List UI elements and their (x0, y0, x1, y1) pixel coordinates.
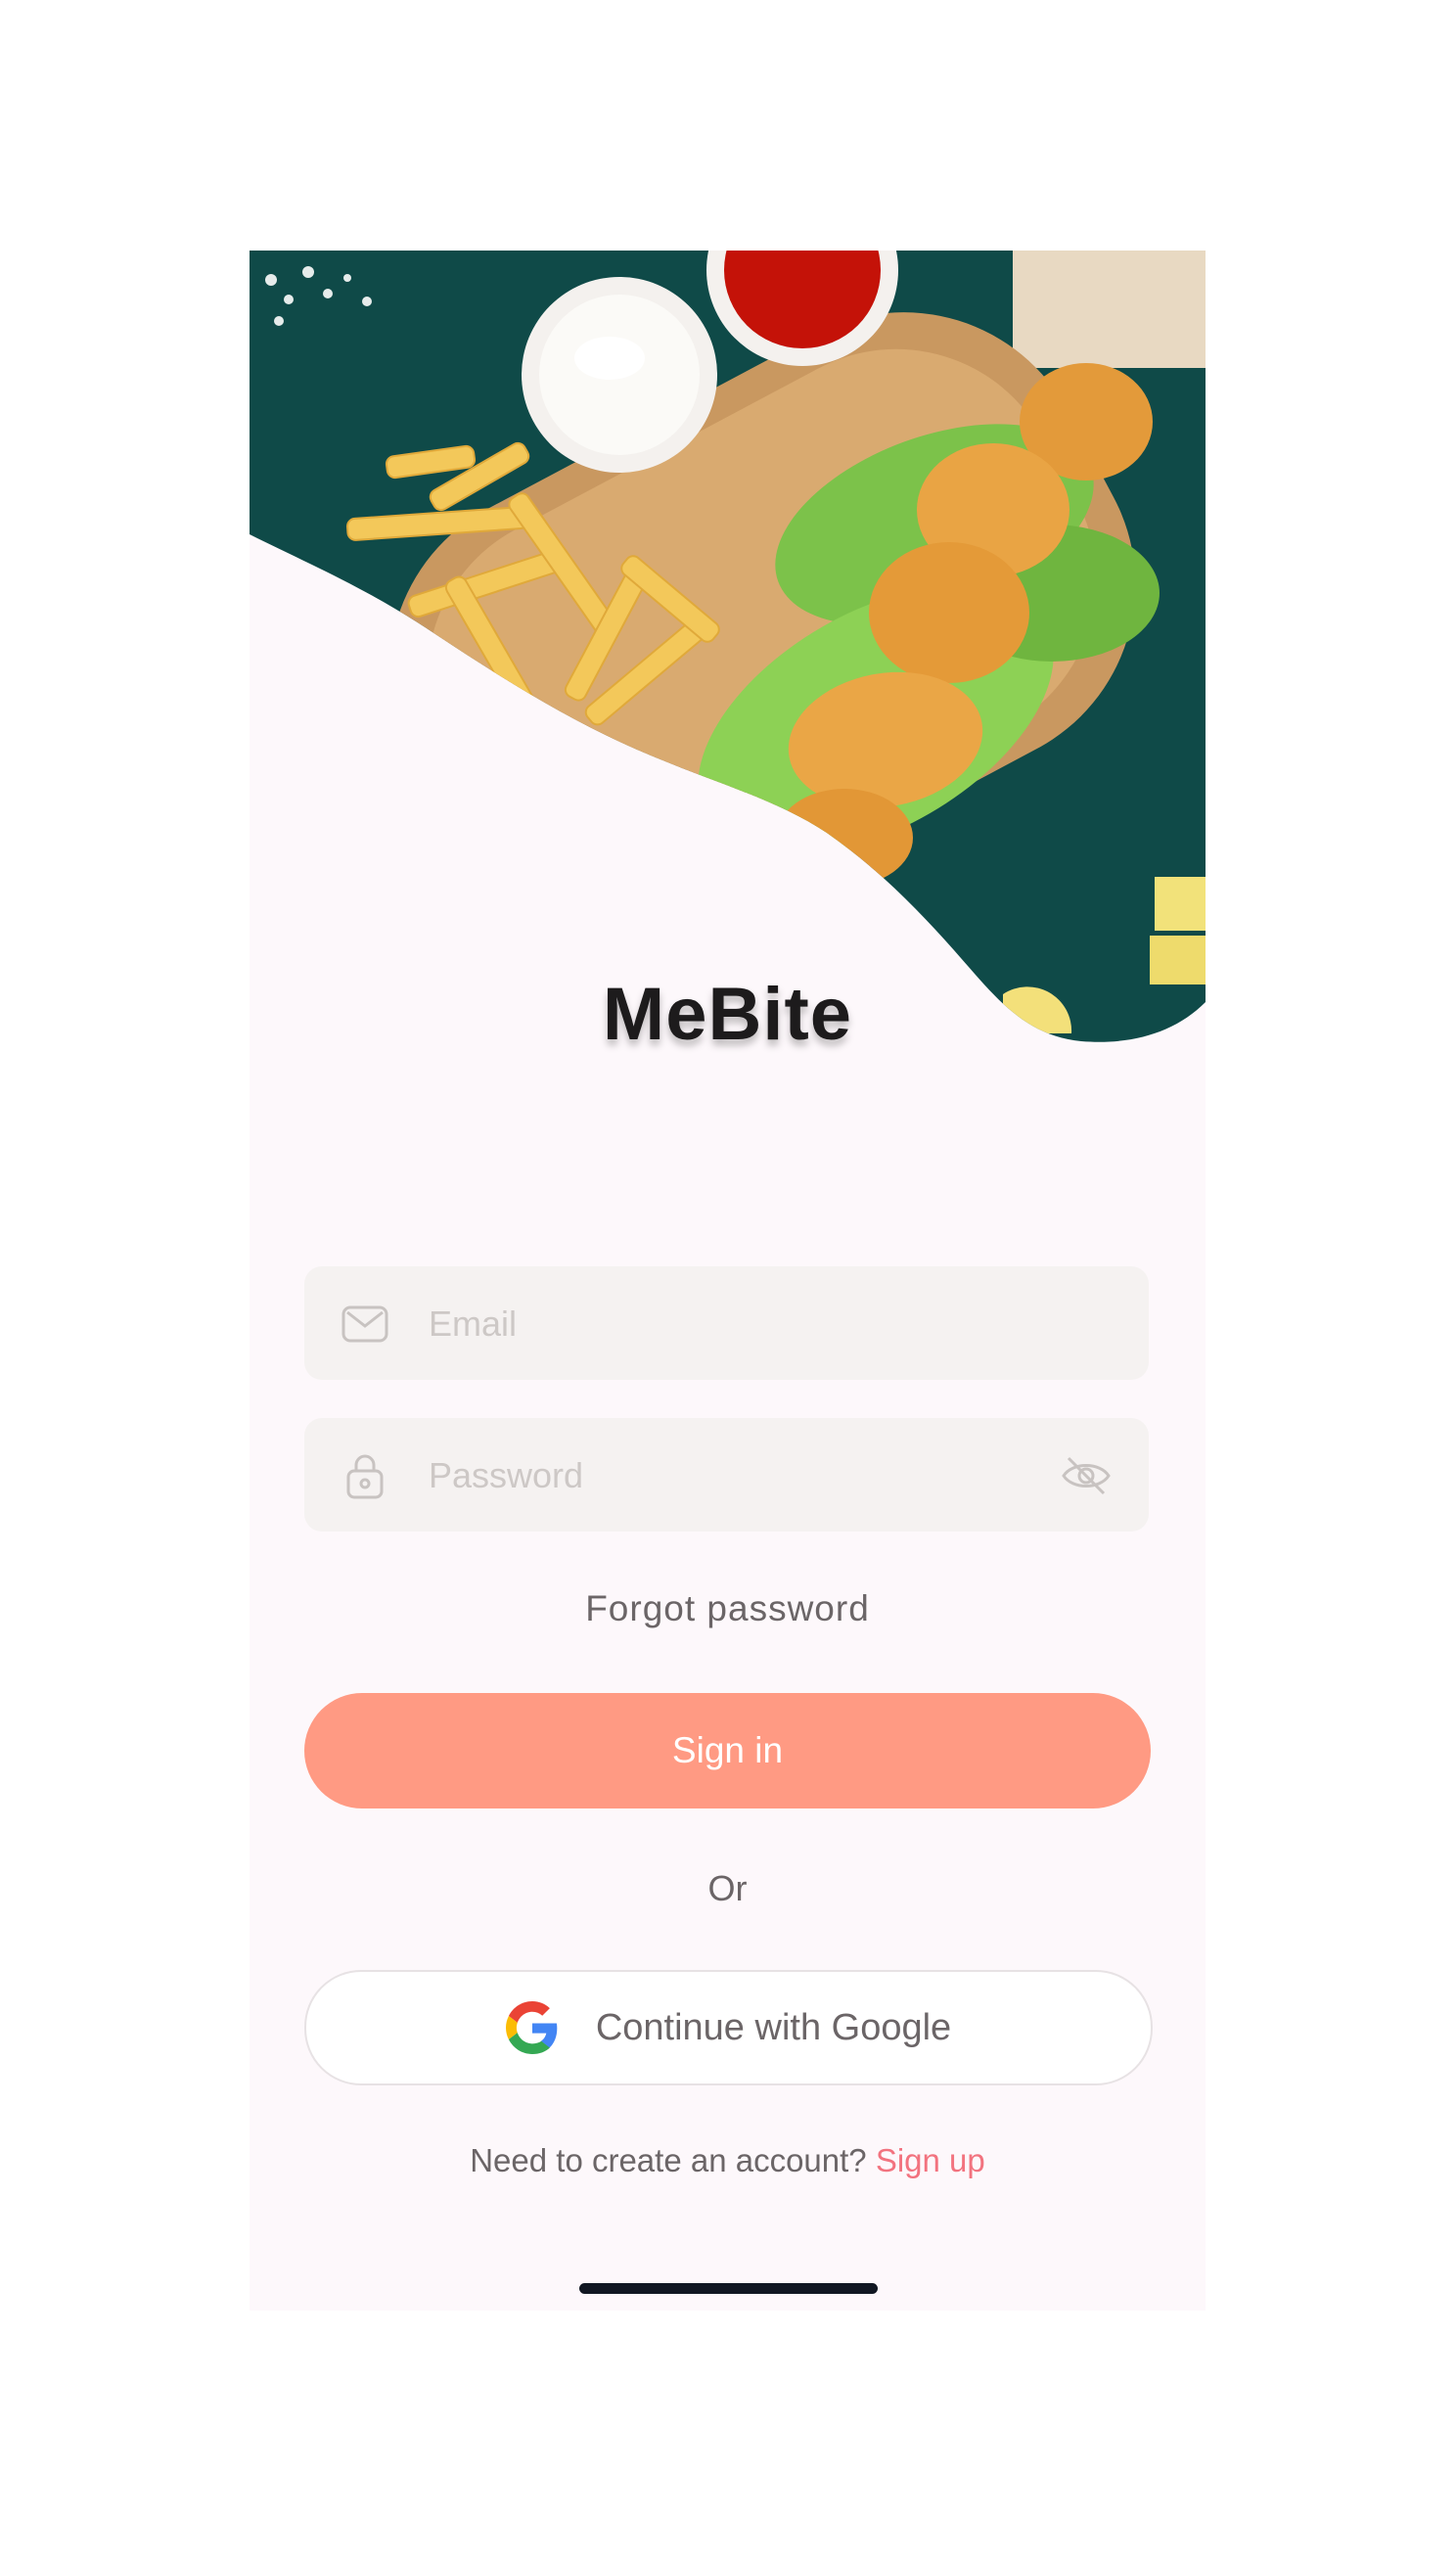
login-screen: MeBite Email Password Forgot password Si… (250, 251, 1206, 2311)
home-indicator (579, 2283, 878, 2294)
signup-prompt-line: Need to create an account? Sign up (250, 2142, 1206, 2179)
password-field[interactable]: Password (304, 1418, 1149, 1532)
google-icon (505, 2001, 559, 2054)
envelope-icon (340, 1299, 390, 1350)
password-placeholder: Password (429, 1455, 584, 1495)
sign-up-link[interactable]: Sign up (876, 2142, 985, 2178)
google-button-label: Continue with Google (595, 2006, 952, 2048)
signup-prompt-text: Need to create an account? (470, 2142, 867, 2178)
email-field[interactable]: Email (304, 1266, 1149, 1380)
email-placeholder: Email (429, 1304, 518, 1344)
hero-food-image (250, 251, 1206, 1045)
lock-icon (340, 1450, 390, 1501)
sign-in-button[interactable]: Sign in (304, 1693, 1151, 1808)
continue-with-google-button[interactable]: Continue with Google (304, 1970, 1153, 2085)
forgot-password-link[interactable]: Forgot password (250, 1588, 1206, 1629)
eye-off-icon[interactable] (1061, 1452, 1112, 1499)
or-divider: Or (707, 1868, 748, 1908)
app-logo: MeBite (602, 973, 853, 1056)
